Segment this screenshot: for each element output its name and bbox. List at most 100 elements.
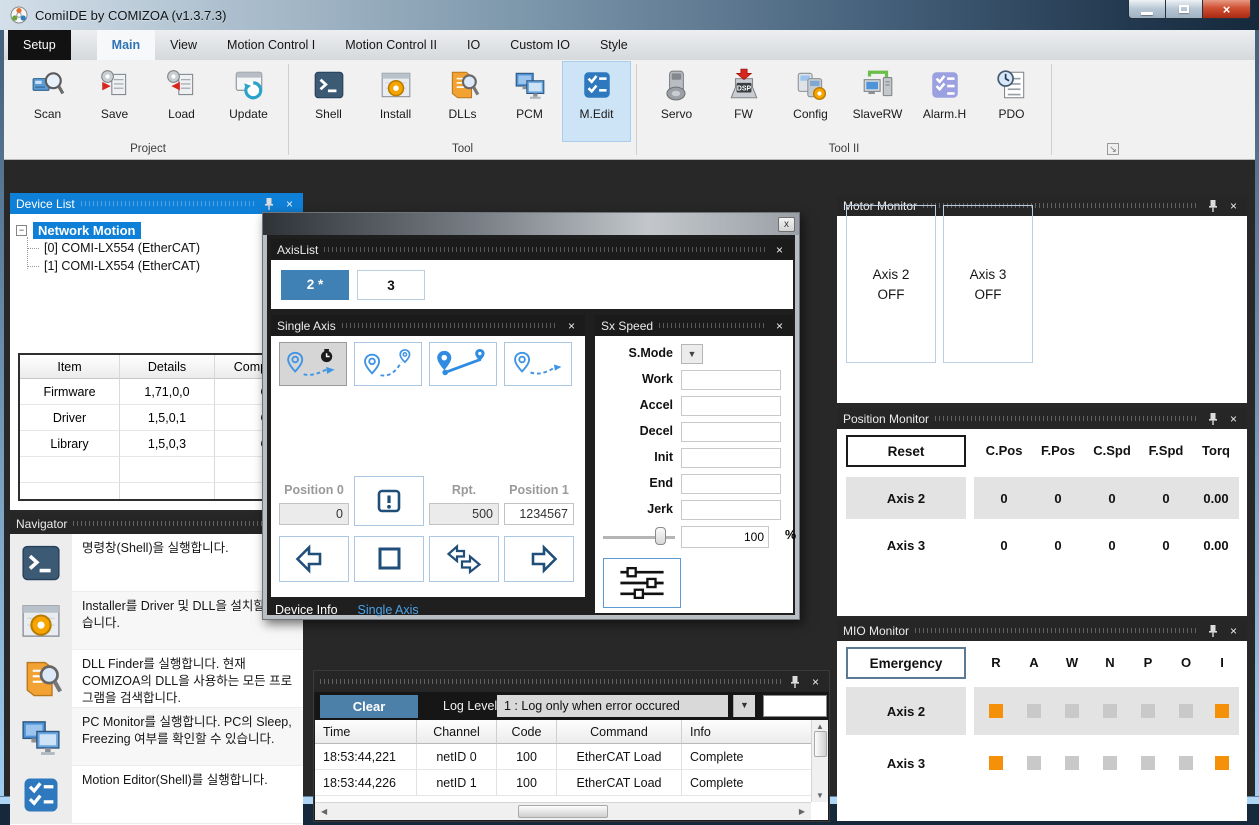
accel-input[interactable]	[681, 396, 781, 416]
tree-node-device-1[interactable]: [1] COMI-LX554 (EtherCAT)	[16, 257, 299, 275]
motor-status-axis2[interactable]: Axis 2 OFF	[846, 205, 936, 363]
ribbon-item-dlls[interactable]: DLLs	[429, 62, 496, 141]
ribbon-item-fw[interactable]: FW	[710, 62, 777, 141]
pin-icon[interactable]	[1205, 624, 1220, 638]
ribbon-item-save[interactable]: Save	[81, 62, 148, 141]
position1-input[interactable]	[504, 503, 574, 525]
column-header[interactable]: Code	[497, 720, 557, 744]
close-icon[interactable]: ×	[1226, 199, 1241, 213]
dropdown-arrow-icon[interactable]: ▼	[733, 695, 755, 717]
alert-button[interactable]	[354, 476, 424, 526]
tree-expander-icon[interactable]: −	[16, 225, 27, 236]
navigator-item-pc-monitor[interactable]: PC Monitor를 실행합니다. PC의 Sleep, Freezing 여…	[10, 708, 303, 766]
jerk-input[interactable]	[681, 500, 781, 520]
column-header[interactable]: Time	[315, 720, 417, 744]
position-row-axis3-label[interactable]: Axis 3	[846, 527, 966, 563]
tab-main[interactable]: Main	[97, 30, 155, 60]
pin-icon[interactable]	[261, 197, 276, 211]
navigator-item-shell[interactable]: 명령창(Shell)을 실행합니다.	[10, 534, 303, 592]
float-window-titlebar[interactable]: x	[263, 213, 799, 235]
maximize-button[interactable]	[1166, 0, 1203, 19]
work-input[interactable]	[681, 370, 781, 390]
reset-button[interactable]: Reset	[846, 435, 966, 467]
move-mode-velocity-button[interactable]	[279, 342, 347, 386]
navigator-item-motion-editor[interactable]: Motion Editor(Shell)를 실행합니다.	[10, 766, 303, 824]
navigator-item-dll-finder[interactable]: DLL Finder를 실행합니다. 현재 COMIZOA의 DLL을 사용하는…	[10, 650, 303, 708]
close-icon[interactable]: ×	[808, 675, 823, 689]
axis-tab-2[interactable]: 2 *	[281, 270, 349, 300]
close-icon[interactable]: ×	[1226, 412, 1241, 426]
tab-io[interactable]: IO	[452, 30, 495, 60]
move-mode-line-button[interactable]	[429, 342, 497, 386]
navigator-item-installer[interactable]: Installer를 Driver 및 DLL을 설치할 수 있습니다.	[10, 592, 303, 650]
tab-motion-control-2[interactable]: Motion Control II	[330, 30, 452, 60]
motor-status-axis3[interactable]: Axis 3 OFF	[943, 205, 1033, 363]
column-header[interactable]: Channel	[417, 720, 497, 744]
move-mode-relative-button[interactable]	[504, 342, 572, 386]
position-row-axis2-label[interactable]: Axis 2	[846, 477, 966, 519]
ribbon-item-slaverw[interactable]: SlaveRW	[844, 62, 911, 141]
column-header[interactable]: Command	[557, 720, 682, 744]
tab-view[interactable]: View	[155, 30, 212, 60]
pin-icon[interactable]	[1205, 412, 1220, 426]
tab-custom-io[interactable]: Custom IO	[495, 30, 585, 60]
close-button[interactable]: x	[778, 217, 795, 232]
tab-style[interactable]: Style	[585, 30, 643, 60]
close-button[interactable]: ×	[1203, 0, 1251, 19]
move-mode-position-button[interactable]	[354, 342, 422, 386]
column-header[interactable]: Info	[682, 720, 812, 744]
ribbon-item-load[interactable]: Load	[148, 62, 215, 141]
emergency-button[interactable]: Emergency	[846, 647, 966, 679]
mio-row-axis3-label[interactable]: Axis 3	[846, 743, 966, 783]
rpt-input[interactable]	[429, 503, 499, 525]
ribbon-item-servo[interactable]: Servo	[643, 62, 710, 141]
move-left-button[interactable]	[279, 536, 349, 582]
tab-single-axis[interactable]: Single Axis	[358, 603, 419, 619]
percent-input[interactable]	[681, 526, 769, 548]
init-input[interactable]	[681, 448, 781, 468]
horizontal-scrollbar[interactable]: ◀ ▶	[315, 802, 811, 820]
scroll-right-icon[interactable]: ▶	[796, 805, 808, 818]
ribbon-item-shell[interactable]: Shell	[295, 62, 362, 141]
ribbon-item-scan[interactable]: Scan	[14, 62, 81, 141]
position0-input[interactable]	[279, 503, 349, 525]
scrollbar-thumb[interactable]	[814, 731, 827, 757]
ribbon-item-medit[interactable]: M.Edit	[563, 62, 630, 141]
speed-slider-thumb[interactable]	[655, 527, 666, 545]
end-input[interactable]	[681, 474, 781, 494]
vertical-scrollbar[interactable]: ▲ ▼	[811, 720, 828, 802]
axis-tab-3[interactable]: 3	[357, 270, 425, 300]
tree-node-device-0[interactable]: [0] COMI-LX554 (EtherCAT)	[16, 239, 299, 257]
scroll-left-icon[interactable]: ◀	[318, 805, 330, 818]
minimize-button[interactable]	[1128, 0, 1166, 19]
scrollbar-thumb[interactable]	[518, 805, 608, 818]
move-repeat-button[interactable]	[429, 536, 499, 582]
decel-input[interactable]	[681, 422, 781, 442]
dialog-launcher-icon[interactable]: ↘	[1107, 143, 1119, 155]
close-icon[interactable]: ×	[772, 319, 787, 333]
pin-icon[interactable]	[1205, 199, 1220, 213]
close-icon[interactable]: ×	[564, 319, 579, 333]
scroll-down-icon[interactable]: ▼	[813, 789, 827, 802]
tab-device-info[interactable]: Device Info	[275, 603, 338, 619]
ribbon-item-install[interactable]: Install	[362, 62, 429, 141]
speed-settings-button[interactable]	[603, 558, 681, 608]
tree-root-node[interactable]: Network Motion	[33, 222, 141, 239]
tab-setup[interactable]: Setup	[8, 30, 71, 60]
smode-dropdown[interactable]: ▼	[681, 344, 703, 364]
log-level-dropdown[interactable]: 1 : Log only when error occured	[497, 695, 728, 717]
tab-motion-control-1[interactable]: Motion Control I	[212, 30, 330, 60]
clear-button[interactable]: Clear	[320, 695, 418, 718]
stop-button[interactable]	[354, 536, 424, 582]
ribbon-item-pdo[interactable]: PDO	[978, 62, 1045, 141]
move-right-button[interactable]	[504, 536, 574, 582]
ribbon-item-pcm[interactable]: PCM	[496, 62, 563, 141]
ribbon-item-config[interactable]: Config	[777, 62, 844, 141]
close-icon[interactable]: ×	[282, 197, 297, 211]
close-icon[interactable]: ×	[772, 243, 787, 257]
ribbon-item-update[interactable]: Update	[215, 62, 282, 141]
ribbon-item-alarmh[interactable]: Alarm.H	[911, 62, 978, 141]
log-filter-input[interactable]	[763, 695, 827, 717]
pin-icon[interactable]	[787, 675, 802, 689]
mio-row-axis2-label[interactable]: Axis 2	[846, 687, 966, 735]
